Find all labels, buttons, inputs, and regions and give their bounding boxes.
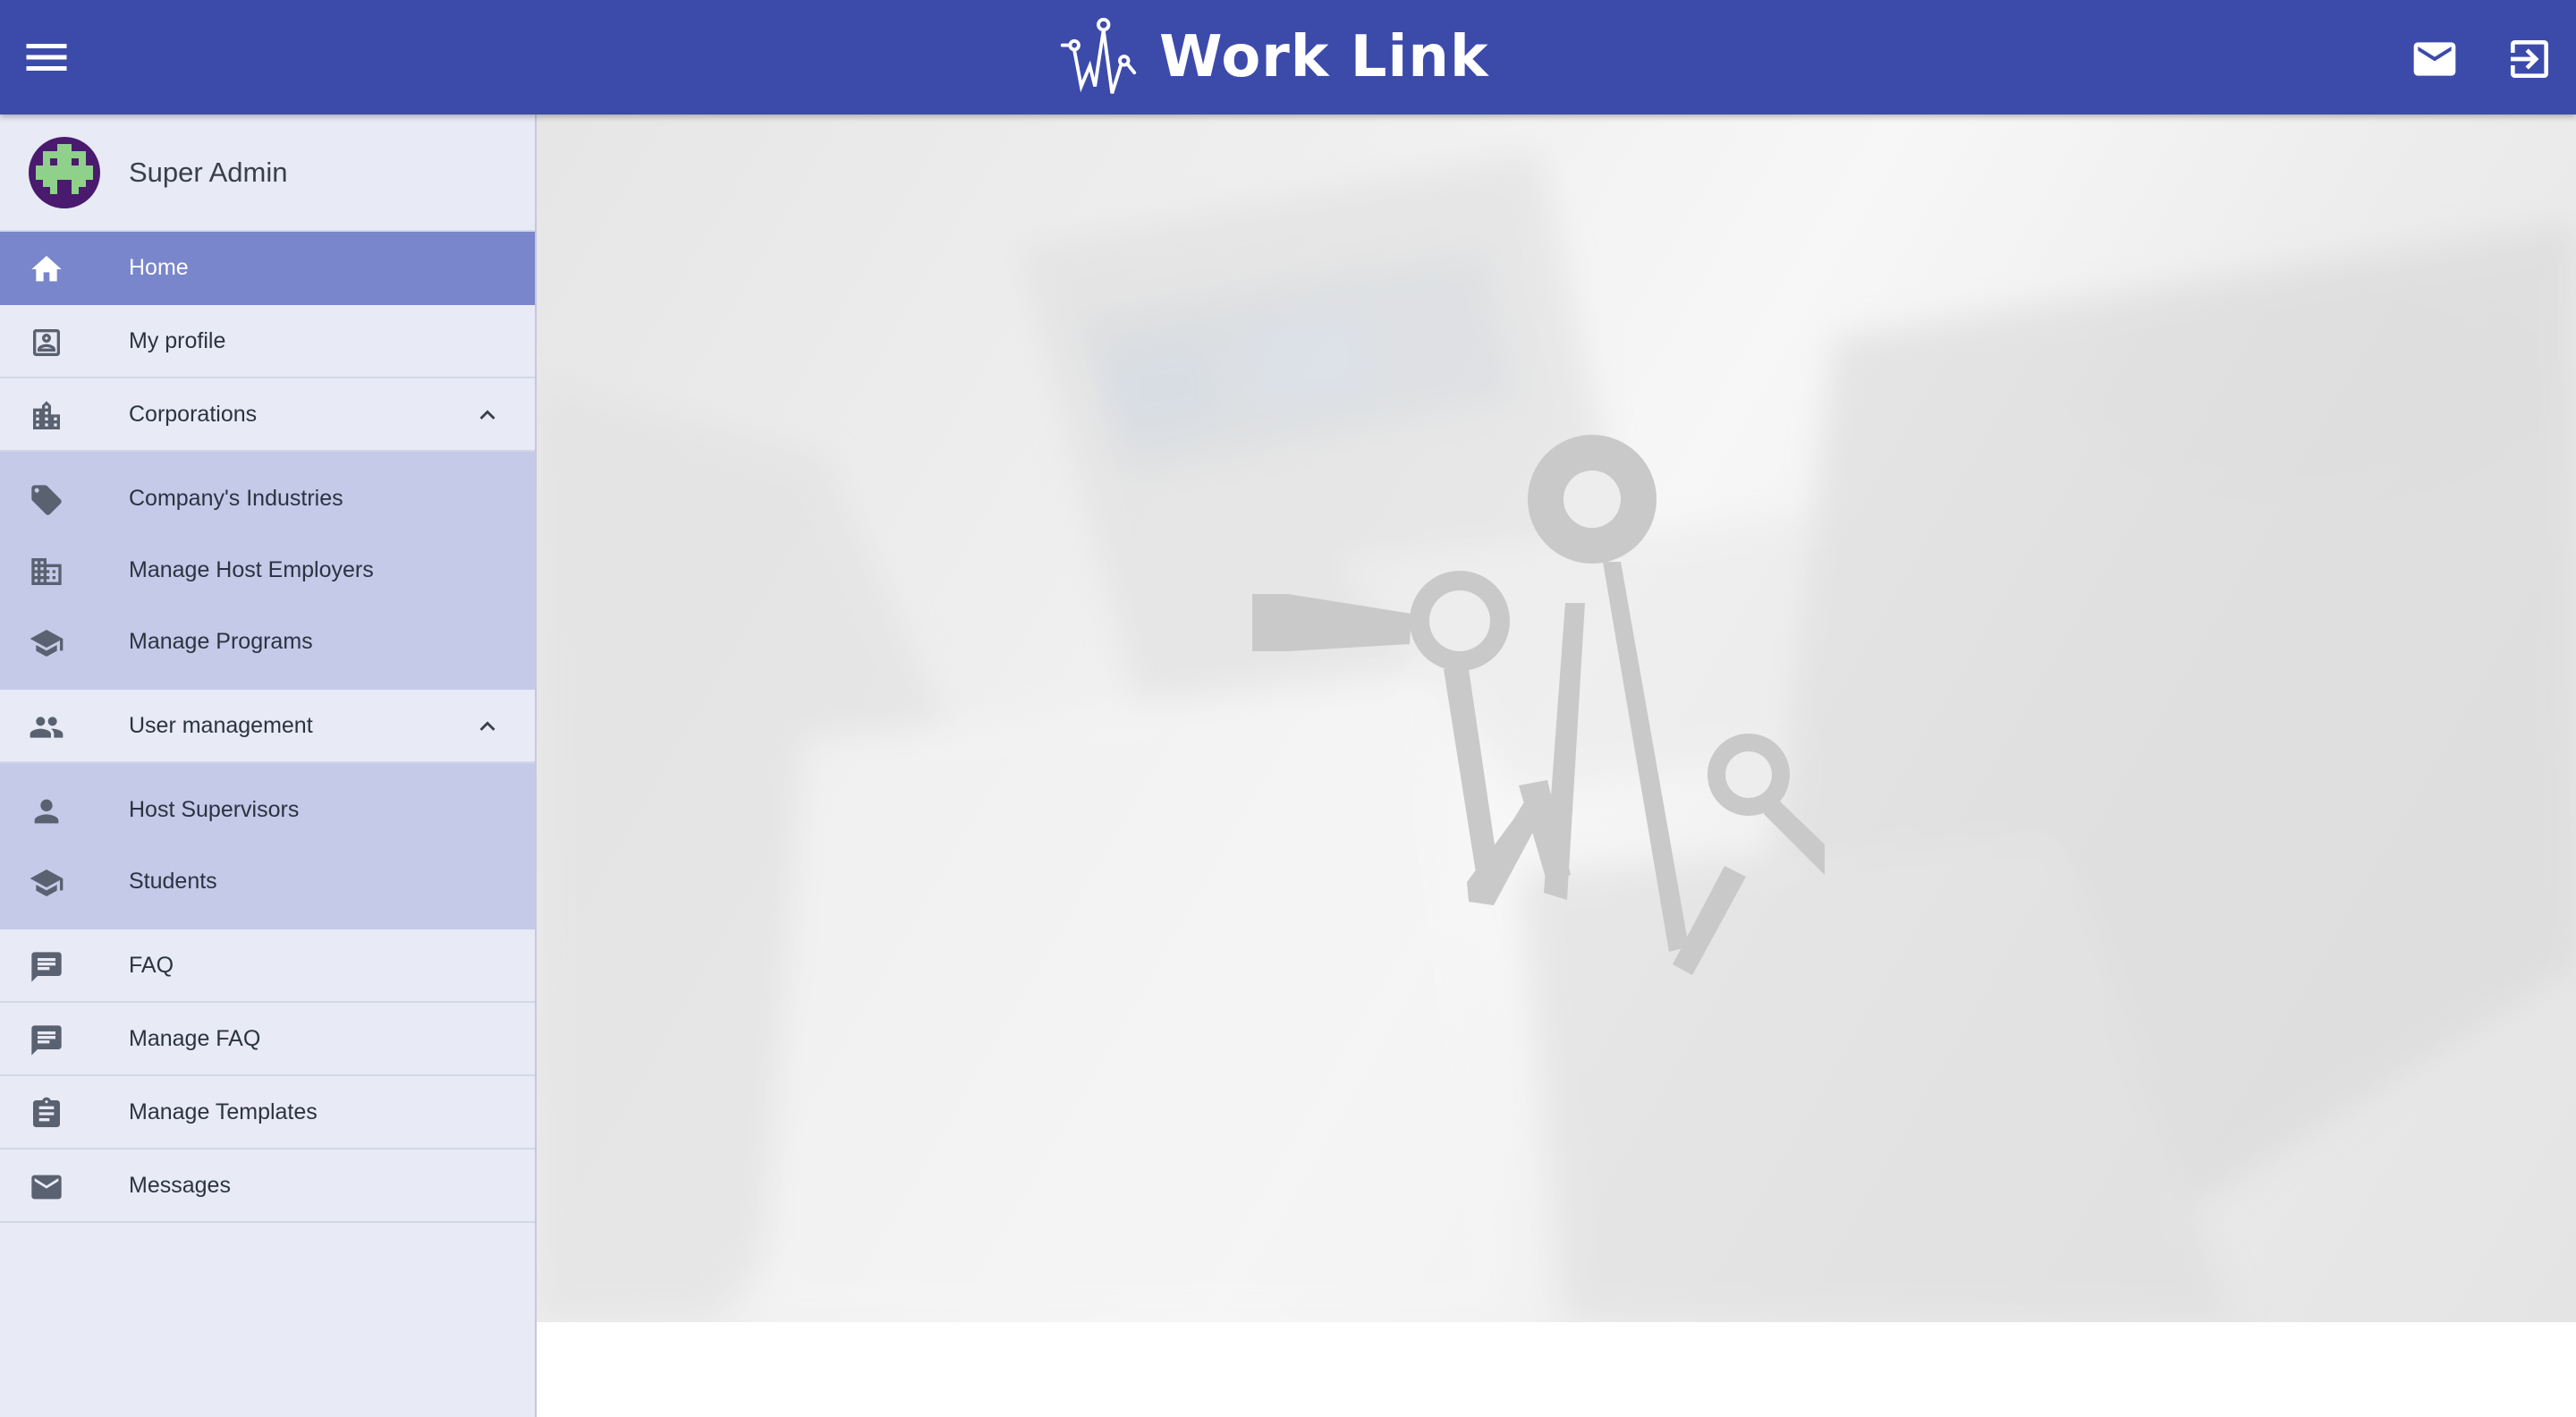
people-icon (30, 717, 64, 738)
sidebar-item-label: Company's Industries (129, 486, 343, 511)
app-title: Work Link (1159, 24, 1489, 90)
sidebar-item-label: Manage FAQ (129, 1026, 261, 1051)
mail-icon (2413, 42, 2456, 76)
sidebar-item-manage-templates[interactable]: Manage Templates (0, 1076, 535, 1150)
sidebar-item-label: My profile (129, 328, 226, 353)
sidebar-item-label: Manage Programs (129, 629, 313, 654)
sidebar-item-host-supervisors[interactable]: Host Supervisors (0, 774, 535, 845)
top-app-bar: Work Link (0, 0, 2576, 115)
sidebar-item-manage-host-employers[interactable]: Manage Host Employers (0, 534, 535, 606)
sidebar-item-label: Manage Host Employers (129, 557, 374, 582)
tag-icon (31, 485, 62, 515)
sidebar-item-label: FAQ (129, 953, 174, 978)
corporations-submenu: Company's Industries Manage Host Employe… (0, 452, 535, 690)
sidebar-item-manage-faq[interactable]: Manage FAQ (0, 1003, 535, 1076)
sidebar-item-corporations[interactable]: Corporations (0, 378, 535, 452)
building-icon (31, 558, 62, 585)
sidebar-item-label: User management (129, 713, 313, 738)
user-management-submenu: Host Supervisors Students (0, 763, 535, 929)
sidebar-item-label: Host Supervisors (129, 797, 300, 822)
worklink-watermark-logo (1252, 435, 1825, 975)
home-icon (31, 256, 62, 282)
sidebar-item-user-management[interactable]: User management (0, 690, 535, 763)
mail-icon (31, 1175, 62, 1200)
sidebar-item-students[interactable]: Students (0, 845, 535, 917)
main-content (537, 115, 2576, 1417)
logout-icon (2511, 40, 2548, 78)
menu-icon (26, 44, 67, 71)
sidebar-item-label: Students (129, 869, 217, 894)
clipboard-icon (33, 1097, 60, 1127)
logout-button[interactable] (2504, 34, 2555, 84)
menu-button[interactable] (20, 30, 73, 84)
sidebar-item-label: Manage Templates (129, 1099, 318, 1124)
person-icon (34, 799, 59, 824)
pixel-invader-avatar (29, 136, 100, 208)
messages-button[interactable] (2410, 34, 2460, 84)
user-profile-header: Super Admin (0, 115, 535, 232)
sidebar-item-label: Corporations (129, 402, 258, 427)
sidebar-item-faq[interactable]: FAQ (0, 929, 535, 1003)
sidebar-item-my-profile[interactable]: My profile (0, 305, 535, 378)
brand: Work Link (1055, 16, 1489, 98)
city-icon (33, 401, 60, 429)
school-icon (30, 630, 64, 657)
chevron-up-icon[interactable] (472, 400, 503, 430)
sidebar-item-companys-industries[interactable]: Company's Industries (0, 462, 535, 534)
avatar[interactable] (29, 136, 100, 208)
sidebar-item-label: Home (129, 255, 189, 280)
sidebar: Super Admin Home My profile Corporations… (0, 115, 537, 1417)
chat-icon (31, 952, 62, 982)
sidebar-item-label: Messages (129, 1173, 231, 1198)
chat-icon (31, 1025, 62, 1056)
worklink-logo (1060, 17, 1137, 94)
hero-background (537, 115, 2576, 1322)
user-name: Super Admin (129, 156, 288, 188)
sidebar-item-messages[interactable]: Messages (0, 1150, 535, 1223)
school-icon (30, 870, 64, 896)
chevron-up-icon[interactable] (472, 711, 503, 742)
sidebar-item-manage-programs[interactable]: Manage Programs (0, 606, 535, 677)
sidebar-item-home[interactable]: Home (0, 232, 535, 305)
profile-card-icon (33, 329, 60, 356)
